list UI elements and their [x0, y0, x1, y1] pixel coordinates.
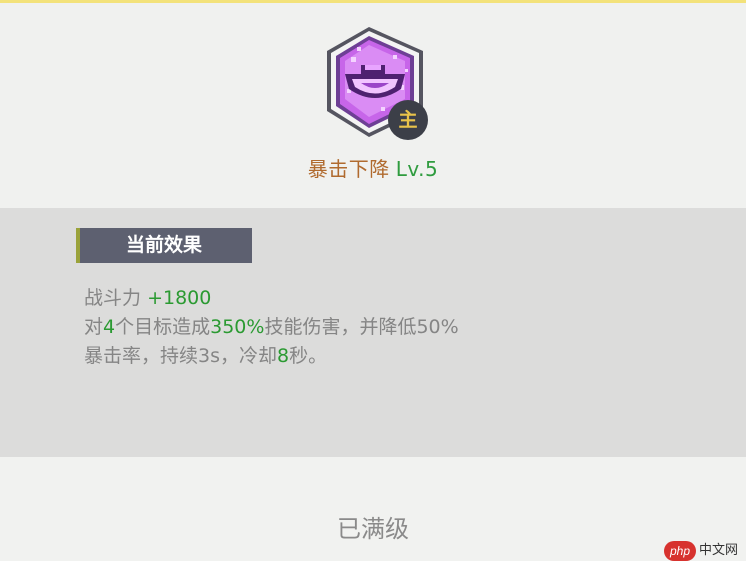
cooldown-seconds: 8: [277, 345, 290, 367]
combat-power-line: 战斗力 +1800: [84, 284, 684, 313]
max-level-status: 已满级: [337, 515, 409, 543]
current-effect-label: 当前效果: [125, 234, 202, 256]
combat-power-label: 战斗力: [84, 287, 142, 309]
desc-text-1: 对: [84, 316, 104, 338]
upgrade-footer: 已满级: [0, 457, 746, 561]
skill-title: 暴击下降 Lv.5: [0, 153, 746, 182]
watermark-logo: php: [664, 541, 696, 561]
current-effect-header: 当前效果: [76, 228, 252, 263]
main-skill-badge-label: 主: [398, 109, 418, 131]
skill-icon[interactable]: 主: [321, 27, 431, 140]
skill-header-area: 主 暴击下降 Lv.5: [0, 3, 746, 208]
damage-percent: 350%: [210, 316, 265, 338]
desc-text-2: 个目标造成: [115, 316, 211, 338]
skill-name: 暴击下降: [307, 157, 390, 181]
combat-power-value: +1800: [147, 287, 212, 309]
skill-level: Lv.5: [395, 157, 439, 181]
desc-text-5: 秒。: [289, 345, 328, 367]
current-effect-panel: 当前效果 战斗力 +1800 对4个目标造成350%技能伤害，并降低50% 暴击…: [0, 208, 746, 457]
watermark-text: 中文网: [699, 543, 739, 558]
effect-description: 战斗力 +1800 对4个目标造成350%技能伤害，并降低50% 暴击率，持续3…: [84, 284, 684, 371]
target-count: 4: [103, 316, 116, 338]
desc-text-4: 暴击率，持续3s，冷却: [84, 345, 277, 367]
effect-desc-line-2: 暴击率，持续3s，冷却8秒。: [84, 342, 684, 371]
effect-desc-line-1: 对4个目标造成350%技能伤害，并降低50%: [84, 313, 684, 342]
desc-text-3: 技能伤害，并降低50%: [264, 316, 459, 338]
